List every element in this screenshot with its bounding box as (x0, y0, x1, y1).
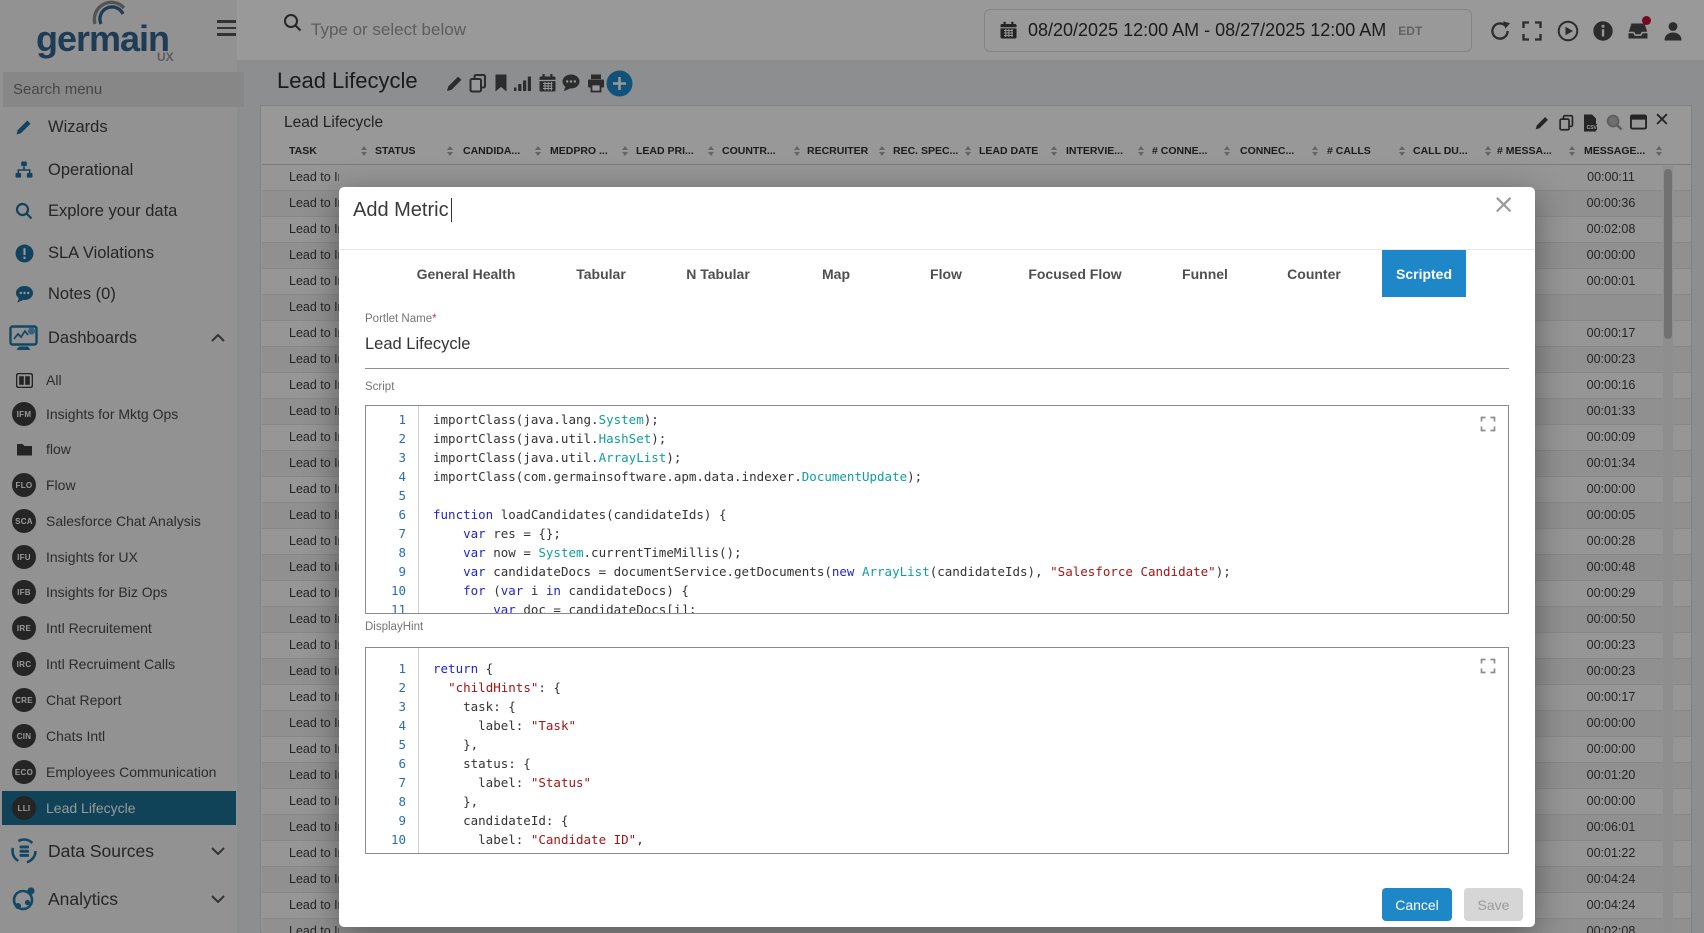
line-number: 1 (398, 661, 406, 676)
line-number: 11 (366, 849, 420, 853)
code-line: 4 label: "Task" (366, 716, 1508, 735)
code-line: 7 var res = {}; (366, 524, 1508, 543)
line-number: 4 (398, 469, 406, 484)
tab-scripted[interactable]: Scripted (1381, 250, 1467, 297)
line-number: 4 (398, 718, 406, 733)
script-label: Script (365, 381, 395, 393)
text-cursor (450, 198, 453, 222)
close-icon[interactable]: × (1492, 189, 1515, 220)
gutter-divider (418, 406, 419, 613)
code-line: 1 importClass(java.lang.System); (366, 410, 1508, 429)
expand-editor-icon[interactable] (1480, 658, 1496, 674)
code-line: 3 task: { (366, 697, 1508, 716)
line-number: 3 (398, 450, 406, 465)
code-line: 1 return { (366, 659, 1508, 678)
required-asterisk: * (432, 313, 437, 325)
tab-tabular[interactable]: Tabular (562, 250, 640, 297)
save-button[interactable]: Save (1464, 888, 1523, 921)
code-line: 3 importClass(java.util.ArrayList); (366, 448, 1508, 467)
line-number: 8 (398, 794, 406, 809)
line-number: 2 (398, 680, 406, 695)
line-number: 11 (390, 602, 406, 614)
code-line: 5 (366, 486, 1508, 505)
tab-map[interactable]: Map (808, 250, 864, 297)
expand-editor-icon[interactable] (1480, 416, 1496, 432)
line-number: 10 (390, 832, 406, 847)
code-line: 8 }, (366, 792, 1508, 811)
line-number: 10 (390, 583, 406, 598)
code-line: 5 }, (366, 735, 1508, 754)
line-number: 7 (398, 526, 406, 541)
add-metric-modal: Add Metric × General Health Tabular N Tabu… (339, 187, 1535, 927)
code-line: 6 status: { (366, 754, 1508, 773)
line-number: 7 (398, 775, 406, 790)
code-line: 2 "childHints": { (366, 678, 1508, 697)
displayhint-editor[interactable]: 1 return {2 "childHints": {3 task: {4 lab… (365, 647, 1509, 854)
code-line: 7 label: "Status" (366, 773, 1508, 792)
code-line: 11 display: 'disabled' (366, 849, 1508, 853)
code-line: 9 candidateId: { (366, 811, 1508, 830)
line-number: 8 (398, 545, 406, 560)
script-editor[interactable]: 1 importClass(java.lang.System); 2 importCl… (365, 405, 1509, 614)
code-line: 6 function loadCandidates(candidateIds) { (366, 505, 1508, 524)
line-number: 6 (398, 507, 406, 522)
line-number: 9 (398, 564, 406, 579)
code-line: 2 importClass(java.util.HashSet); (366, 429, 1508, 448)
tab-n-tabular[interactable]: N Tabular (672, 250, 764, 297)
line-number: 1 (398, 412, 406, 427)
portlet-name-label: Portlet Name* (365, 313, 437, 325)
app-root: germain UX Wizards Operational Explore y… (0, 0, 1704, 933)
code-line: 9 var candidateDocs = documentService.ge… (366, 562, 1508, 581)
code-line: 8 var now = System.currentTimeMillis(); (366, 543, 1508, 562)
input-underline (365, 368, 1509, 369)
code-line: 4 importClass(com.germainsoftware.apm.dat… (366, 467, 1508, 486)
metric-type-tabs: General Health Tabular N Tabular Map Flow Foc… (339, 250, 1535, 299)
code-line: 11 var doc = candidateDocs[i]; (366, 600, 1508, 614)
tab-general-health[interactable]: General Health (403, 250, 530, 297)
line-number: 6 (398, 756, 406, 771)
tab-funnel[interactable]: Funnel (1168, 250, 1242, 297)
line-number: 2 (398, 431, 406, 446)
line-number: 9 (398, 813, 406, 828)
code-line: 10 for (var i in candidateDocs) { (366, 581, 1508, 600)
portlet-name-input[interactable]: Lead Lifecycle (365, 335, 471, 354)
line-number: 3 (398, 699, 406, 714)
code-line: 10 label: "Candidate ID", (366, 830, 1508, 849)
cancel-button[interactable]: Cancel (1382, 888, 1452, 921)
tab-counter[interactable]: Counter (1273, 250, 1355, 297)
line-number: 5 (398, 737, 406, 752)
line-number: 5 (398, 488, 406, 503)
modal-title[interactable]: Add Metric (353, 198, 453, 222)
tab-focused-flow[interactable]: Focused Flow (1014, 250, 1135, 297)
gutter-divider (418, 648, 419, 853)
displayhint-label: DisplayHint (365, 621, 424, 633)
tab-flow[interactable]: Flow (916, 250, 976, 297)
